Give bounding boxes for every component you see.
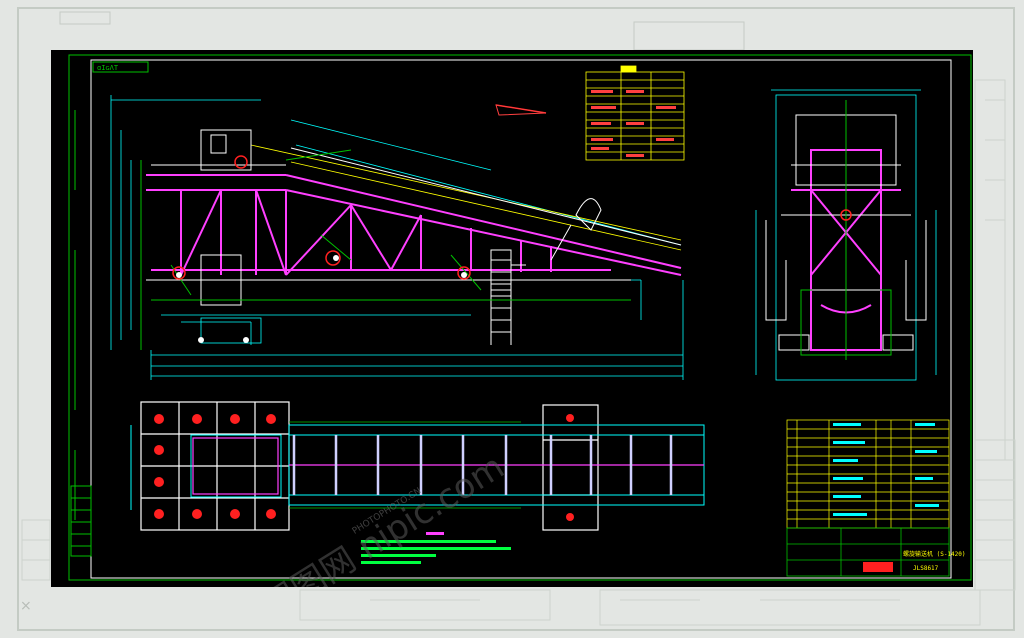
slope-indicator [495, 104, 547, 116]
svg-text:⨯: ⨯ [20, 598, 32, 614]
title-block-name: 螺旋输送机 (S-1420) [903, 550, 966, 558]
parameter-table-text [591, 90, 676, 157]
title-block-code: JLS8617 [913, 565, 939, 572]
corner-tag: ɑIɢΛΤ [97, 64, 119, 72]
revision-column [70, 485, 92, 557]
end-elevation-view [755, 89, 937, 381]
bom-text [833, 423, 939, 516]
red-stamp [863, 562, 893, 572]
side-elevation-view [110, 95, 684, 380]
cad-drawing-sheet: ɑIɢΛΤ 螺旋输送机 (S-1420) JLS8617 昵图网 nipic.c… [51, 50, 973, 587]
bill-of-materials [786, 419, 950, 529]
cad-drawing: ɑIɢΛΤ 螺旋输送机 (S-1420) JLS8617 昵图网 nipic.c… [68, 54, 972, 587]
inner-frame [90, 59, 952, 579]
parameter-table [585, 65, 685, 161]
